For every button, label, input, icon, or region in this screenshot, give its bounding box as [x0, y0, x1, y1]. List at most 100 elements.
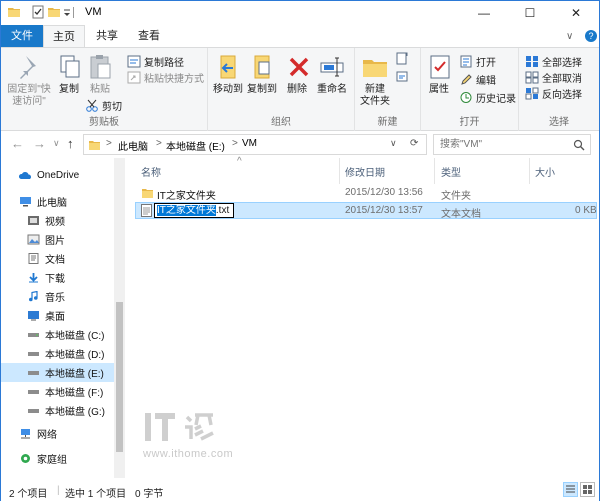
address-bar[interactable]: > 此电脑 > 本地磁盘 (E:) > VM ∨ ⟳ [83, 134, 427, 155]
nav-item-documents[interactable]: 文档 [1, 249, 121, 268]
downloads-icon [27, 272, 40, 283]
details-view-button[interactable] [563, 482, 578, 497]
tab-home[interactable]: 主页 [43, 25, 85, 48]
large-icons-view-button[interactable] [580, 482, 595, 497]
move-to-button[interactable]: 移动到 [212, 52, 244, 96]
column-header-size[interactable]: 大小 [535, 164, 555, 179]
clipboard-group-label: 剪贴板 [89, 117, 119, 128]
file-name: IT之家文件夹 [157, 191, 216, 202]
column-divider[interactable] [339, 158, 340, 184]
delete-button[interactable]: 删除 [284, 52, 310, 96]
breadcrumb-this-pc[interactable]: 此电脑 [118, 138, 148, 153]
nav-item-drive-f[interactable]: 本地磁盘 (F:) [1, 382, 121, 401]
maximize-button[interactable]: ☐ [507, 1, 553, 25]
close-button[interactable]: ✕ [553, 1, 599, 25]
cut-button[interactable]: 剪切 [85, 98, 122, 113]
copy-to-button[interactable]: 复制到 [246, 52, 278, 96]
history-button[interactable]: 历史记录 [459, 90, 516, 105]
forward-button[interactable]: → [33, 136, 46, 151]
select-all-icon [526, 56, 538, 67]
help-icon[interactable]: ? [585, 30, 597, 42]
customize-quick-access-icon[interactable] [63, 5, 71, 19]
column-header-type[interactable]: 类型 [441, 164, 461, 179]
nav-item-drive-e[interactable]: 本地磁盘 (E:) [1, 363, 121, 382]
select-all-button[interactable]: 全部选择 [525, 54, 582, 69]
nav-scrollbar[interactable] [114, 158, 125, 478]
paste-button[interactable]: 粘贴 [85, 52, 115, 96]
easy-access-icon[interactable] [395, 70, 409, 83]
table-row[interactable]: IT之家文件夹.txt 2015/12/30 13:57 文本文档 0 KB [135, 202, 597, 220]
nav-item-drive-d[interactable]: 本地磁盘 (D:) [1, 344, 121, 363]
copy-path-button[interactable]: 复制路径 [127, 54, 184, 69]
properties-button[interactable]: 属性 [425, 52, 453, 96]
paste-shortcut-button[interactable]: 粘贴快捷方式 [127, 70, 204, 85]
new-folder-button[interactable]: 新建 文件夹 [357, 52, 393, 108]
new-folder-icon [363, 60, 387, 77]
nav-scrollbar-thumb[interactable] [116, 302, 123, 452]
open-group-label: 打开 [459, 117, 480, 128]
nav-item-onedrive[interactable]: OneDrive [1, 166, 121, 185]
nav-item-desktop[interactable]: 桌面 [1, 306, 121, 325]
network-icon [19, 428, 32, 439]
recent-locations-icon[interactable]: ∨ [53, 138, 60, 149]
open-icon [460, 55, 472, 68]
nav-item-music[interactable]: 音乐 [1, 287, 121, 306]
new-folder-label-line1: 新建 [365, 84, 385, 95]
tab-file[interactable]: 文件 [1, 25, 43, 47]
column-divider[interactable] [434, 158, 435, 184]
nav-item-network[interactable]: 网络 [1, 424, 121, 443]
nav-item-pictures[interactable]: 图片 [1, 230, 121, 249]
back-button[interactable]: ← [11, 136, 24, 151]
search-input[interactable] [434, 135, 564, 154]
open-label: 打开 [476, 58, 496, 69]
nav-label: 网络 [37, 430, 57, 441]
nav-item-drive-g[interactable]: 本地磁盘 (G:) [1, 401, 121, 420]
edit-button[interactable]: 编辑 [459, 72, 496, 87]
breadcrumb-drive-e[interactable]: 本地磁盘 (E:) [166, 138, 225, 153]
copy-button[interactable]: 复制 [55, 52, 83, 96]
table-row[interactable]: IT之家文件夹 2015/12/30 13:56 文件夹 [135, 185, 597, 202]
up-button[interactable]: ↑ [67, 136, 74, 151]
tab-share[interactable]: 共享 [87, 25, 127, 47]
ribbon-tabs: 文件 主页 共享 查看 ∨ ? [1, 25, 599, 48]
clipboard-group: 固定到"快 速访问" 复制 粘贴 复制路径 粘贴快捷方式 剪切 剪贴板 [1, 48, 208, 131]
nav-label: 本地磁盘 (E:) [45, 369, 104, 380]
tab-view[interactable]: 查看 [129, 25, 169, 47]
select-none-button[interactable]: 全部取消 [525, 70, 582, 85]
select-none-label: 全部取消 [542, 74, 582, 85]
rename-textbox[interactable]: IT之家文件夹.txt [154, 203, 234, 218]
breadcrumb-vm[interactable]: VM [242, 138, 257, 149]
open-button[interactable]: 打开 [459, 54, 496, 69]
nav-item-downloads[interactable]: 下载 [1, 268, 121, 287]
title-separator [73, 7, 74, 18]
address-dropdown-icon[interactable]: ∨ [390, 138, 397, 149]
pin-quick-access-button[interactable]: 固定到"快 速访问" [5, 52, 53, 108]
rename-label: 重命名 [317, 84, 347, 95]
column-header-date[interactable]: 修改日期 [345, 164, 385, 179]
nav-item-homegroup[interactable]: 家庭组 [1, 449, 121, 468]
text-file-icon [141, 204, 152, 217]
properties-check-icon[interactable] [31, 5, 45, 19]
select-none-icon [525, 71, 539, 84]
nav-item-drive-c[interactable]: 本地磁盘 (C:) [1, 325, 121, 344]
file-type: 文本文档 [441, 209, 481, 220]
column-divider[interactable] [529, 158, 530, 184]
minimize-button[interactable]: — [461, 1, 507, 25]
new-item-icon[interactable] [395, 52, 409, 65]
rename-button[interactable]: 重命名 [312, 52, 352, 96]
ribbon-expand-icon[interactable]: ∨ [566, 31, 573, 42]
refresh-icon[interactable]: ⟳ [410, 138, 418, 149]
new-folder-quick-icon[interactable] [47, 5, 61, 19]
nav-label: 家庭组 [37, 455, 67, 466]
invert-selection-button[interactable]: 反向选择 [525, 86, 582, 101]
details-view-icon [566, 485, 575, 493]
cut-label: 剪切 [102, 102, 122, 113]
search-box[interactable] [433, 134, 591, 155]
search-icon[interactable] [573, 139, 585, 151]
file-date: 2015/12/30 13:56 [345, 187, 423, 198]
nav-item-this-pc[interactable]: 此电脑 [1, 192, 121, 211]
rename-selected-text: IT之家文件夹 [157, 205, 216, 216]
large-icons-view-icon [583, 485, 592, 494]
nav-item-videos[interactable]: 视频 [1, 211, 121, 230]
column-header-name[interactable]: 名称 [141, 164, 161, 179]
